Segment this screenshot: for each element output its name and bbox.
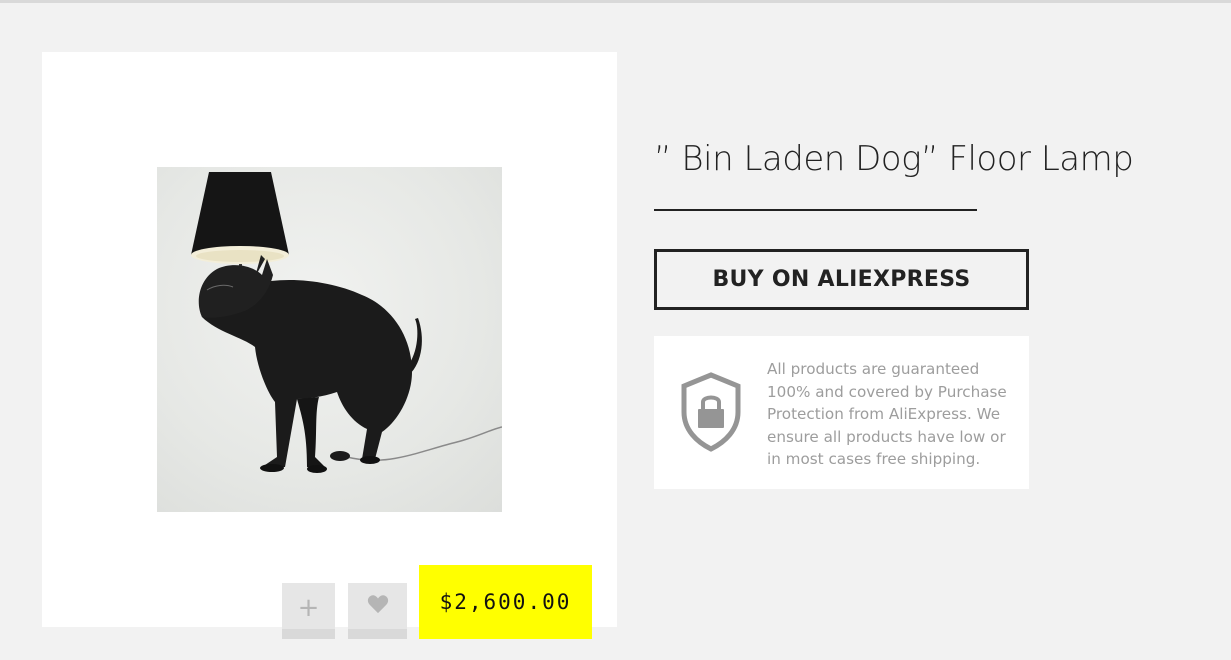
add-to-collection-button[interactable]: +: [282, 583, 335, 639]
favorite-button[interactable]: [348, 583, 407, 639]
top-border: [0, 0, 1231, 3]
price-tag: $2,600.00: [419, 565, 592, 639]
product-image-card: [42, 52, 617, 627]
heart-icon: [367, 594, 389, 619]
plus-icon: +: [297, 593, 320, 623]
purchase-protection-box: All products are guaranteed 100% and cov…: [654, 336, 1029, 489]
buy-on-aliexpress-button[interactable]: BUY ON ALIEXPRESS: [654, 249, 1029, 310]
product-photo[interactable]: [157, 167, 502, 512]
shield-lock-icon: [680, 372, 742, 452]
guarantee-text: All products are guaranteed 100% and cov…: [767, 360, 1007, 469]
product-title: ” Bin Laden Dog” Floor Lamp: [654, 139, 1134, 179]
title-divider: [654, 209, 977, 211]
